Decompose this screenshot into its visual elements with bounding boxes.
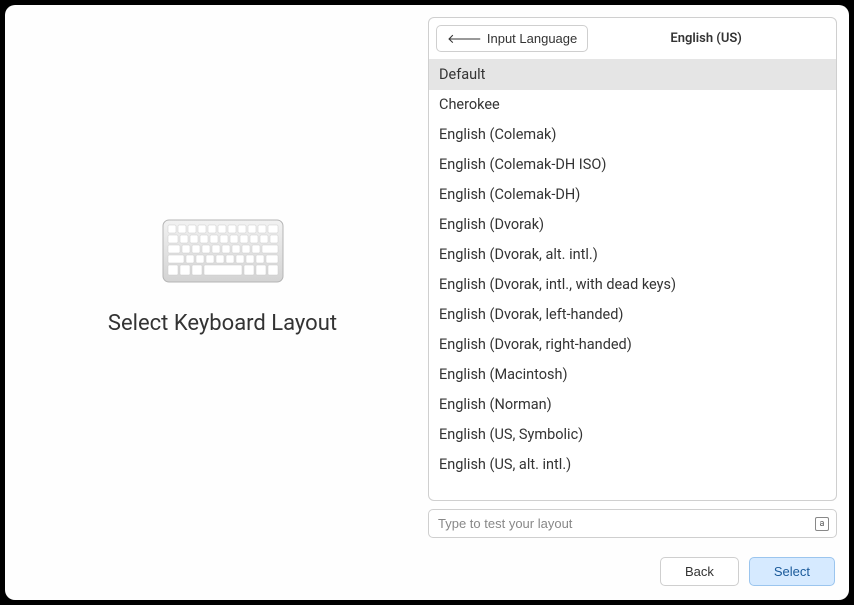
keyboard-icon [162,219,284,283]
window: Select Keyboard Layout 🡐 Input Language … [5,5,849,600]
current-language-title: English (US) [583,31,829,46]
layout-list-box: 🡐 Input Language English (US) DefaultChe… [428,17,837,501]
layout-item[interactable]: Cherokee [429,90,836,120]
select-button[interactable]: Select [749,557,835,586]
content-area: Select Keyboard Layout 🡐 Input Language … [5,5,849,550]
input-language-label: Input Language [487,31,577,46]
layout-item[interactable]: English (US, Symbolic) [429,420,836,450]
test-layout-input[interactable] [428,509,837,538]
test-input-wrap: a [428,509,837,538]
layout-item[interactable]: English (Dvorak) [429,210,836,240]
back-button[interactable]: Back [660,557,739,586]
layout-item[interactable]: English (Colemak-DH) [429,180,836,210]
page-title: Select Keyboard Layout [108,311,337,336]
input-method-indicator-icon: a [815,517,829,531]
layout-item[interactable]: English (Dvorak, left-handed) [429,300,836,330]
layout-item[interactable]: English (Dvorak, right-handed) [429,330,836,360]
layout-item[interactable]: English (Colemak) [429,120,836,150]
layout-item[interactable]: English (US, alt. intl.) [429,450,836,480]
layout-item[interactable]: English (Norman) [429,390,836,420]
right-panel: 🡐 Input Language English (US) DefaultChe… [428,17,837,538]
layout-list[interactable]: DefaultCherokeeEnglish (Colemak)English … [429,60,836,500]
arrow-left-icon: 🡐 [447,32,482,45]
footer-buttons: Back Select [660,557,835,586]
layout-item[interactable]: Default [429,60,836,90]
layout-item[interactable]: English (Dvorak, alt. intl.) [429,240,836,270]
left-panel: Select Keyboard Layout [17,17,428,538]
layout-item[interactable]: English (Macintosh) [429,360,836,390]
layout-item[interactable]: English (Dvorak, intl., with dead keys) [429,270,836,300]
list-header: 🡐 Input Language English (US) [429,18,836,60]
layout-item[interactable]: English (Colemak-DH ISO) [429,150,836,180]
input-language-back-button[interactable]: 🡐 Input Language [436,25,588,52]
